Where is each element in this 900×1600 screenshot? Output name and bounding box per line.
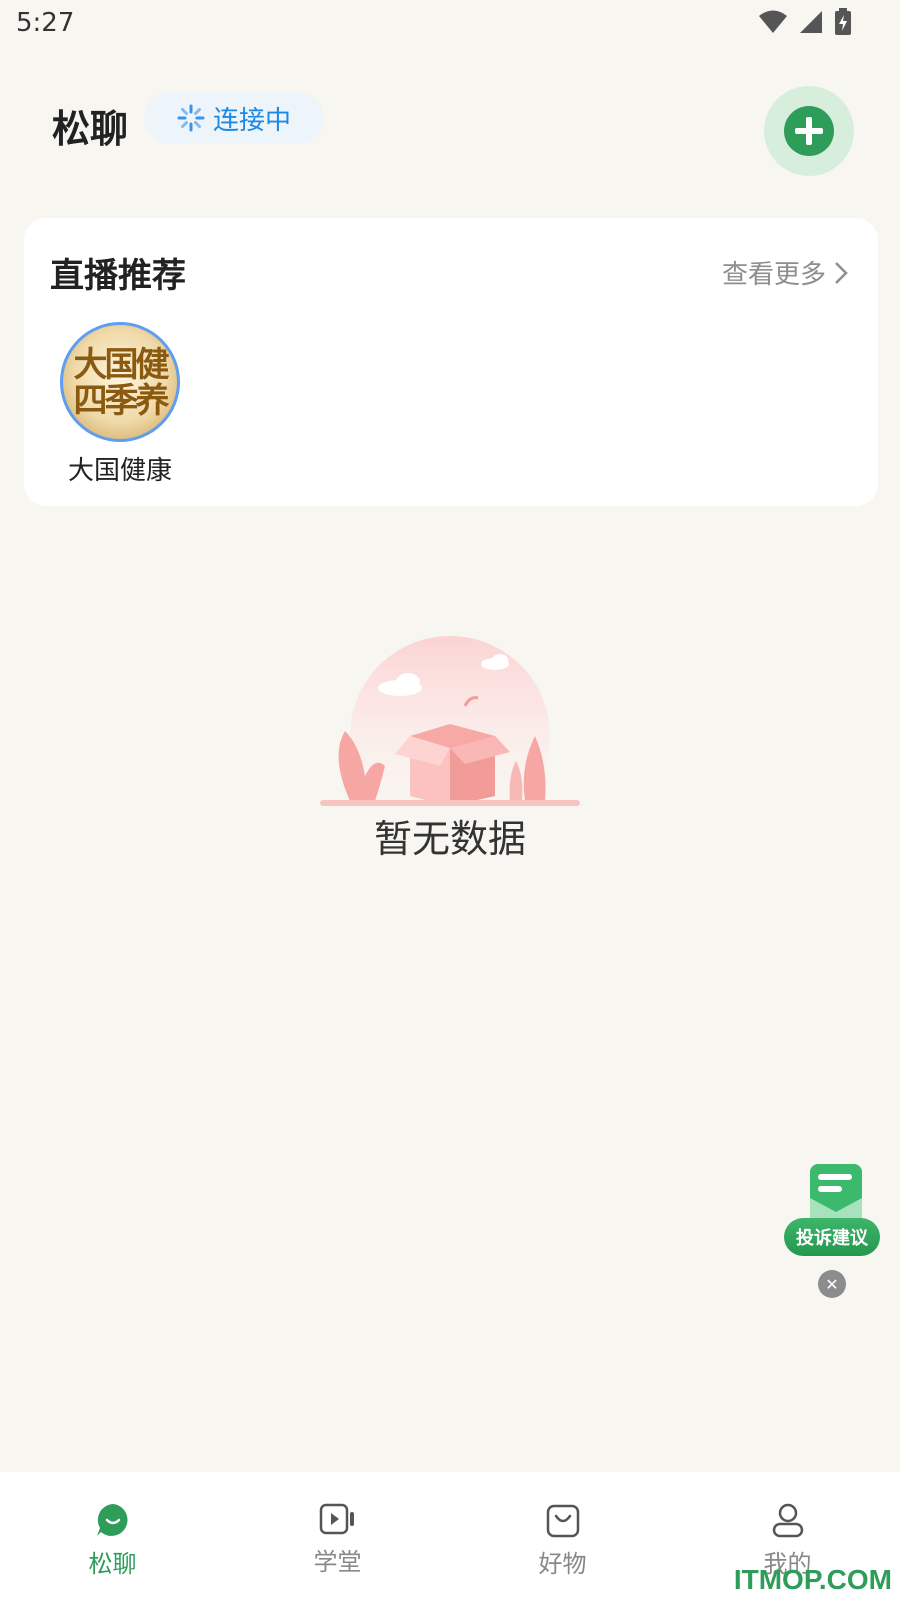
complaint-float-button[interactable]: 投诉建议 (780, 1160, 880, 1260)
live-streamer-item[interactable]: 大国健 四季养 大国健康 (60, 322, 180, 487)
avatar-logo-text: 大国健 四季养 (73, 345, 170, 421)
status-time: 5:27 (16, 8, 75, 38)
connection-status-badge: 连接中 (144, 92, 324, 144)
streamer-name: 大国健康 (67, 456, 172, 486)
wifi-icon (759, 10, 787, 33)
tab-label: 好物 (538, 1550, 587, 1578)
tab-haowu[interactable]: 好物 (450, 1472, 675, 1600)
chat-bubble-icon (96, 1504, 128, 1536)
video-play-icon (319, 1503, 354, 1535)
section-title: 直播推荐 (50, 256, 186, 296)
complaint-envelope-icon (810, 1164, 862, 1218)
empty-state-message: 暂无数据 (373, 817, 526, 861)
tab-label: 松聊 (88, 1550, 137, 1578)
avatar: 大国健 四季养 (60, 322, 180, 442)
status-icons (758, 8, 852, 36)
tab-xuetang[interactable]: 学堂 (225, 1472, 450, 1600)
status-bar: 5:27 (0, 0, 900, 48)
live-recommend-card: 直播推荐 查看更多 大国健 四季养 大国健康 (24, 218, 878, 506)
shopping-bag-icon (546, 1504, 579, 1538)
view-more-link[interactable]: 查看更多 (722, 254, 848, 291)
connection-status-text: 连接中 (212, 105, 291, 136)
tab-label: 学堂 (313, 1548, 362, 1576)
tab-songliao[interactable]: 松聊 (0, 1472, 225, 1600)
loading-spinner-icon (177, 104, 205, 132)
empty-box-illustration (320, 636, 580, 836)
view-more-label: 查看更多 (721, 260, 826, 290)
battery-charging-icon (835, 8, 851, 35)
add-button[interactable] (764, 86, 854, 176)
cellular-signal-icon (800, 11, 822, 33)
page-title: 松聊 (52, 107, 129, 151)
plus-circle-icon (784, 106, 834, 156)
user-icon (772, 1503, 803, 1538)
watermark: ITMOP.COM (733, 1564, 892, 1595)
empty-state-illustration (320, 636, 580, 836)
chevron-right-icon (835, 261, 848, 284)
complaint-label: 投诉建议 (784, 1218, 880, 1256)
close-icon[interactable]: ✕ (818, 1270, 846, 1298)
